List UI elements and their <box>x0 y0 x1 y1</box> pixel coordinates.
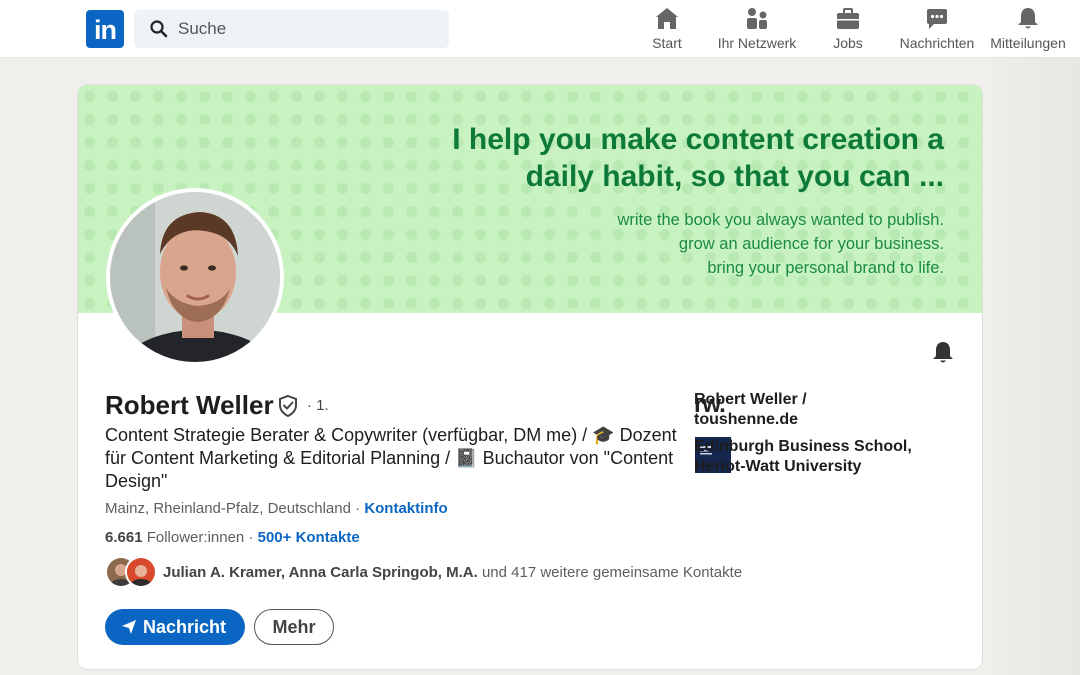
network-icon <box>747 8 767 29</box>
followers-line: 6.661 Follower:innen · 500+ Kontakte <box>105 529 360 546</box>
location-line: Mainz, Rheinland-Pfalz, Deutschland · Ko… <box>105 500 448 517</box>
profile-photo[interactable] <box>106 188 284 366</box>
org-company-name[interactable]: Robert Weller / toushenne.de <box>694 390 854 430</box>
connection-degree: · 1. <box>307 397 329 414</box>
home-icon <box>656 8 678 29</box>
banner-headline: I help you make content creation a daily… <box>384 121 944 195</box>
search-input[interactable] <box>178 10 438 48</box>
banner-subtext-line-3: bring your personal brand to life. <box>707 259 944 277</box>
contact-info-link[interactable]: Kontaktinfo <box>364 500 447 517</box>
mutual-avatar-image-2 <box>127 558 155 586</box>
bell-icon <box>1018 8 1038 29</box>
nav-label-start: Start <box>652 35 682 51</box>
more-button[interactable]: Mehr <box>254 609 334 645</box>
mutual-names[interactable]: Julian A. Kramer, Anna Carla Springob, M… <box>163 564 478 581</box>
nav-item-jobs[interactable]: Jobs <box>829 6 867 54</box>
followers-label: Follower:innen <box>142 529 245 546</box>
connections-link[interactable]: 500+ Kontakte <box>258 529 360 546</box>
follow-bell-icon[interactable] <box>930 340 956 366</box>
nav-label-jobs: Jobs <box>833 35 863 51</box>
mutual-connections-text: Julian A. Kramer, Anna Carla Springob, M… <box>163 564 742 581</box>
org-school-name[interactable]: Edinburgh Business School, Heriot-Watt U… <box>694 437 924 477</box>
banner-subtext-line-1: write the book you always wanted to publ… <box>617 211 944 229</box>
verified-shield-icon[interactable] <box>277 394 299 418</box>
nav-label-notifications: Mitteilungen <box>990 35 1066 51</box>
briefcase-icon <box>837 8 859 29</box>
top-navigation: in Start Ihr Netzwerk Jobs <box>0 0 1080 58</box>
mutual-avatar-2 <box>125 556 157 588</box>
followers-count: 6.661 <box>105 529 143 546</box>
nav-label-messaging: Nachrichten <box>899 35 975 51</box>
send-icon <box>122 620 136 634</box>
profile-photo-image <box>110 192 280 362</box>
profile-headline: Content Strategie Berater & Copywriter (… <box>105 425 677 491</box>
search-icon <box>150 20 168 38</box>
nav-item-messaging[interactable]: Nachrichten <box>896 6 978 54</box>
mutual-rest: und 417 weitere gemeinsame Kontakte <box>477 564 743 581</box>
banner-headline-line-2: daily habit, so that you can ... <box>525 160 944 193</box>
profile-location: Mainz, Rheinland-Pfalz, Deutschland <box>105 500 351 517</box>
nav-item-network[interactable]: Ihr Netzwerk <box>714 6 800 54</box>
location-separator: · <box>350 500 365 517</box>
profile-card: I help you make content creation a daily… <box>77 84 983 670</box>
messaging-icon <box>927 9 947 29</box>
followers-separator: · <box>244 529 258 546</box>
nav-label-network: Ihr Netzwerk <box>717 35 797 51</box>
message-button[interactable]: Nachricht <box>105 609 245 645</box>
right-background <box>990 58 1080 675</box>
search-bar[interactable] <box>134 10 449 48</box>
nav-item-start[interactable]: Start <box>648 6 686 54</box>
message-button-label: Nachricht <box>143 617 227 637</box>
banner-subtext: write the book you always wanted to publ… <box>617 208 944 280</box>
nav-item-notifications[interactable]: Mitteilungen <box>986 6 1070 54</box>
banner-headline-line-1: I help you make content creation a <box>452 123 944 156</box>
profile-name: Robert Weller <box>105 390 274 420</box>
linkedin-logo[interactable]: in <box>86 10 124 48</box>
banner-subtext-line-2: grow an audience for your business. <box>678 235 944 253</box>
